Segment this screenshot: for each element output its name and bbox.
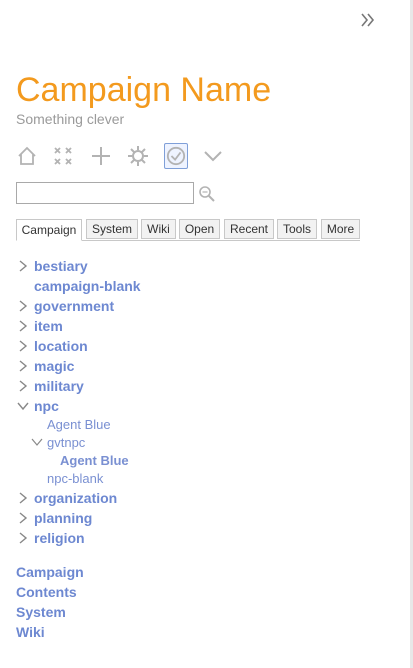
tree-link[interactable]: npc <box>34 398 59 414</box>
tree-link[interactable]: Agent Blue <box>60 453 129 468</box>
home-icon <box>18 146 36 165</box>
chevron-right-icon[interactable] <box>16 531 30 545</box>
chevron-right-icon[interactable] <box>16 339 30 353</box>
tree-link[interactable]: item <box>34 318 63 334</box>
tree-link[interactable]: organization <box>34 490 117 506</box>
tree-link[interactable]: planning <box>34 510 92 526</box>
tree-link[interactable]: location <box>34 338 88 354</box>
tab-wiki[interactable]: Wiki <box>141 219 176 239</box>
tree-link[interactable]: magic <box>34 358 74 374</box>
chevron-right-icon[interactable] <box>16 491 30 505</box>
campaign-title: Campaign Name <box>16 71 272 109</box>
tree-link[interactable]: bestiary <box>34 258 88 274</box>
tree-link[interactable]: gvtnpc <box>47 435 85 450</box>
chevron-right-icon[interactable] <box>16 511 30 525</box>
tree-link[interactable]: government <box>34 298 114 314</box>
fullscreen-icon <box>54 147 72 165</box>
chevron-right-icon[interactable] <box>16 299 30 313</box>
tree-item-magic: magic <box>16 356 74 376</box>
tree-item-organization: organization <box>16 488 117 508</box>
home-button[interactable] <box>14 142 40 170</box>
tree-link[interactable]: military <box>34 378 84 394</box>
footer-link-wiki[interactable]: Wiki <box>16 624 45 640</box>
tab-system[interactable]: System <box>86 219 138 239</box>
chevron-right-icon[interactable] <box>16 319 30 333</box>
search-button[interactable] <box>198 185 216 203</box>
collapse-sidebar-button[interactable] <box>358 10 378 30</box>
tree-item-religion: religion <box>16 528 85 548</box>
tree-item-npc: npc <box>16 396 59 416</box>
chevron-down-icon <box>204 151 222 162</box>
footer-link-contents[interactable]: Contents <box>16 584 77 600</box>
tree-item-location: location <box>16 336 88 356</box>
tab-campaign[interactable]: Campaign <box>16 219 82 241</box>
tree-item-planning: planning <box>16 508 92 528</box>
tree-item-item: item <box>16 316 63 336</box>
tree-item-gvtnpc-agent-blue: Agent Blue <box>60 451 129 469</box>
tab-recent[interactable]: Recent <box>224 219 274 239</box>
tree-item-agent-blue: Agent Blue <box>47 415 111 433</box>
tab-open[interactable]: Open <box>179 219 220 239</box>
sidebar: Campaign Name Something clever Campaign … <box>0 0 410 668</box>
tab-tools[interactable]: Tools <box>277 219 317 239</box>
tree-item-npc-blank: npc-blank <box>47 469 103 487</box>
chevron-down-icon[interactable] <box>16 399 30 413</box>
tree-link[interactable]: campaign-blank <box>34 278 141 294</box>
add-icon <box>92 147 110 165</box>
gear-icon <box>128 146 148 166</box>
tab-more[interactable]: More <box>321 219 360 239</box>
search-icon <box>199 186 215 202</box>
tree-item-military: military <box>16 376 84 396</box>
tree-item-campaign-blank: campaign-blank <box>34 276 141 296</box>
tree-link[interactable]: Agent Blue <box>47 417 111 432</box>
more-options-button[interactable] <box>200 142 226 170</box>
tree-item-government: government <box>16 296 114 316</box>
chevron-down-icon[interactable] <box>30 435 44 449</box>
tree-link[interactable]: religion <box>34 530 85 546</box>
tree-item-bestiary: bestiary <box>16 256 88 276</box>
check-icon <box>166 146 186 166</box>
footer-link-campaign[interactable]: Campaign <box>16 564 84 580</box>
double-chevron-right-icon <box>361 13 375 27</box>
chevron-right-icon[interactable] <box>16 379 30 393</box>
tree-item-gvtnpc: gvtnpc <box>30 433 85 451</box>
fullscreen-button[interactable] <box>50 142 76 170</box>
chevron-right-icon[interactable] <box>16 359 30 373</box>
campaign-subtitle: Something clever <box>16 111 125 127</box>
settings-button[interactable] <box>125 142 151 170</box>
footer-link-system[interactable]: System <box>16 604 66 620</box>
add-button[interactable] <box>88 142 114 170</box>
chevron-right-icon[interactable] <box>16 259 30 273</box>
tree-link[interactable]: npc-blank <box>47 471 103 486</box>
search-input[interactable] <box>16 182 194 204</box>
check-button[interactable] <box>164 143 188 169</box>
